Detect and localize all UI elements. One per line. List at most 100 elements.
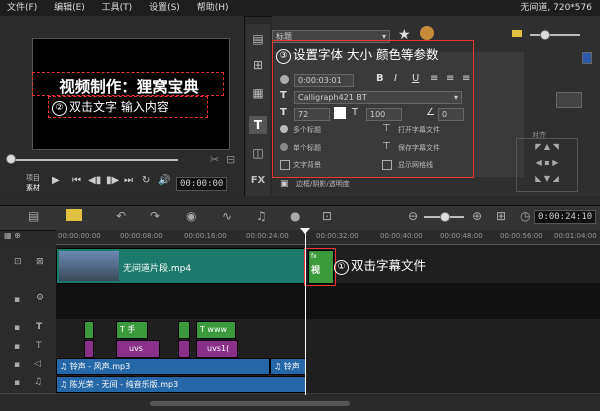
title-track-toggle-icon[interactable]: ▪	[14, 323, 20, 333]
title-track-2-clip[interactable]	[178, 340, 190, 358]
save-subtitle-label[interactable]: 保存字幕文件	[398, 143, 440, 153]
audio-clip[interactable]: ♫ 铃声 - 风声.mp3	[56, 358, 270, 375]
filter-library-icon[interactable]: FX	[249, 172, 267, 190]
volume-icon[interactable]: 🔊	[158, 175, 170, 186]
overlay-track-icon[interactable]: ▪	[14, 295, 20, 305]
transition-library-icon[interactable]: ⊞	[249, 56, 267, 74]
duration-field[interactable]: 0:00:03:01	[294, 74, 354, 87]
style-dropdown[interactable]	[556, 92, 582, 108]
title-track-2-icon[interactable]: T	[36, 341, 42, 351]
zoom-out-icon[interactable]: ⊖	[408, 209, 418, 223]
next-frame-icon[interactable]: ▮▶	[106, 175, 119, 186]
prev-frame-icon[interactable]: ◀▮	[88, 175, 101, 186]
preview-timecode[interactable]: 00:00:00	[176, 177, 228, 191]
line-spacing-field[interactable]: 100	[366, 108, 402, 121]
timeline-view-icon[interactable]	[66, 209, 82, 221]
timeline-timecode[interactable]: 0:00:24:10	[534, 210, 597, 224]
title-library-icon[interactable]: T	[249, 116, 267, 134]
video-track-lock-icon[interactable]: ⊠	[36, 257, 44, 267]
storyboard-view-icon[interactable]: ▤	[28, 209, 39, 223]
annotation-1-number: ①	[334, 260, 349, 275]
subtitle-editor-icon[interactable]: ⊡	[322, 209, 332, 223]
menu-tools[interactable]: 工具(T)	[95, 0, 140, 16]
title-track-2-clip-label: uvs1(	[207, 344, 230, 353]
ruler-tick: 00:00:48:00	[440, 232, 483, 240]
music-track-icon[interactable]: ♫	[34, 377, 42, 387]
voice-track-toggle-icon[interactable]: ▪	[14, 360, 20, 370]
split-icon[interactable]: ⊟	[226, 153, 235, 166]
end-icon[interactable]: ⏭	[124, 175, 133, 186]
video-track-icon[interactable]: ⊡	[14, 257, 22, 267]
zoom-in-icon[interactable]: ⊕	[472, 209, 482, 223]
play-icon[interactable]: ▶	[52, 175, 60, 186]
video-clip[interactable]: 无间道片段.mp4	[56, 248, 306, 284]
align-left-icon[interactable]: ≡	[430, 73, 438, 84]
font-size-field[interactable]: 72	[294, 108, 330, 121]
text-background-checkbox[interactable]	[280, 160, 290, 170]
preview-title-text[interactable]: 视频制作：狸窝宝典	[34, 75, 224, 97]
instant-project-icon[interactable]: ▦	[249, 84, 267, 102]
motion-track-icon[interactable]: ●	[290, 209, 300, 223]
preview-scrubber[interactable]	[8, 159, 178, 161]
alignment-grid[interactable]: ◤ ▲ ◥ ◀ ▪ ▶ ◣ ▼ ◢	[516, 138, 578, 192]
music-clip[interactable]: ♫ 陈光荣 - 无间 - 纯音乐版.mp3	[56, 376, 306, 393]
title-track-clip[interactable]	[178, 321, 190, 339]
show-grid-checkbox[interactable]	[382, 160, 392, 170]
title-track-2-clip[interactable]	[84, 340, 94, 358]
fit-project-icon[interactable]: ⊞	[496, 209, 506, 223]
italic-button[interactable]: I	[394, 73, 397, 84]
font-color-swatch[interactable]	[334, 107, 346, 119]
underline-button[interactable]: U	[412, 73, 419, 84]
undo-icon[interactable]: ↶	[116, 209, 126, 223]
overlay-track-settings-icon[interactable]: ⚙	[36, 293, 44, 303]
show-all-tracks-icon[interactable]: ▦ ⊕	[4, 231, 21, 240]
open-subtitle-icon[interactable]: ⊤	[382, 123, 391, 134]
title-track-2-clip[interactable]: uvs	[116, 340, 160, 358]
repeat-icon[interactable]: ↻	[142, 175, 150, 186]
thumbnail-size-knob[interactable]	[540, 30, 550, 40]
media-library-icon[interactable]: ▤	[249, 30, 267, 48]
timeline-scrollbar[interactable]	[150, 401, 350, 406]
library-dropdown-button[interactable]	[582, 52, 592, 64]
clip-mode-label[interactable]: 素材	[26, 183, 40, 193]
thumbnail-size-slider[interactable]	[530, 34, 580, 36]
open-subtitle-label[interactable]: 打开字幕文件	[398, 125, 440, 135]
audio-clip[interactable]: ♫ 铃声	[270, 358, 306, 375]
title-track-icon[interactable]: T	[36, 322, 42, 332]
auto-music-icon[interactable]: ♫	[256, 209, 267, 223]
color-wheel-icon[interactable]	[420, 26, 434, 40]
trim-icon[interactable]: ✂	[210, 153, 219, 166]
record-icon[interactable]: ◉	[186, 209, 196, 223]
bold-button[interactable]: B	[376, 73, 384, 84]
home-icon[interactable]: ⏮	[72, 175, 81, 186]
project-mode-label[interactable]: 项目	[26, 173, 40, 183]
redo-icon[interactable]: ↷	[150, 209, 160, 223]
scrubber-knob[interactable]	[6, 154, 16, 164]
border-shadow-label[interactable]: 边框/阴影/透明度	[296, 179, 350, 189]
title-track-2-toggle-icon[interactable]: ▪	[14, 342, 20, 352]
multi-title-radio[interactable]	[280, 125, 288, 133]
menu-edit[interactable]: 编辑(E)	[47, 0, 92, 16]
align-center-icon[interactable]: ≡	[446, 73, 454, 84]
border-shadow-icon[interactable]: ▣	[280, 179, 289, 189]
overlay-track[interactable]	[56, 283, 600, 320]
font-dropdown[interactable]: Calligraph421 BT ▾	[294, 91, 462, 104]
thumbnail-view-icon[interactable]	[512, 30, 522, 37]
music-track-toggle-icon[interactable]: ▪	[14, 378, 20, 388]
save-subtitle-icon[interactable]: ⊤	[382, 141, 391, 152]
rotation-field[interactable]: 0	[438, 108, 464, 121]
align-right-icon[interactable]: ≡	[462, 73, 470, 84]
menu-settings[interactable]: 设置(S)	[142, 0, 187, 16]
menu-help[interactable]: 帮助(H)	[190, 0, 236, 16]
zoom-knob[interactable]	[440, 212, 450, 222]
single-title-radio[interactable]	[280, 143, 288, 151]
title-track-clip[interactable]	[84, 321, 94, 339]
audio-mixer-icon[interactable]: ∿	[222, 209, 232, 223]
title-track-2-clip[interactable]: uvs1(	[196, 340, 238, 358]
title-track-clip[interactable]: T www	[196, 321, 236, 339]
menu-file[interactable]: 文件(F)	[0, 0, 44, 16]
graphics-library-icon[interactable]: ◫	[249, 144, 267, 162]
playhead-line[interactable]	[305, 230, 306, 400]
voice-track-icon[interactable]: ◁	[34, 359, 41, 369]
title-track-clip[interactable]: T 手	[116, 321, 148, 339]
